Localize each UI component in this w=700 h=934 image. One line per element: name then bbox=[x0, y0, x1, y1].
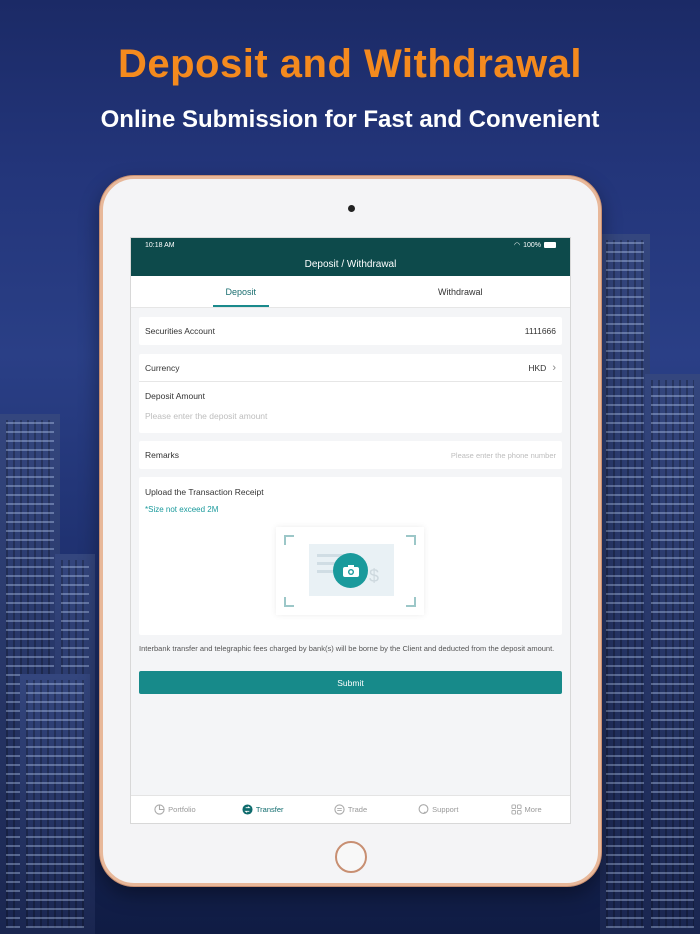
home-button[interactable] bbox=[335, 841, 367, 873]
submit-button[interactable]: Submit bbox=[139, 671, 562, 694]
page-title: Deposit / Withdrawal bbox=[131, 252, 570, 276]
battery-icon bbox=[544, 242, 556, 248]
account-value: 1111666 bbox=[524, 326, 556, 336]
amount-label: Deposit Amount bbox=[145, 391, 206, 401]
currency-label: Currency bbox=[145, 362, 180, 373]
nav-transfer[interactable]: Transfer bbox=[219, 796, 307, 823]
chevron-right-icon: › bbox=[552, 361, 556, 374]
nav-label: Support bbox=[432, 805, 459, 814]
account-label: Securities Account bbox=[145, 326, 215, 336]
currency-selector[interactable]: Currency HKD › bbox=[139, 354, 562, 382]
nav-label: Trade bbox=[347, 805, 368, 814]
battery-level: 100% bbox=[523, 241, 541, 249]
wifi-icon: ◠ bbox=[513, 242, 521, 249]
securities-account-row: Securities Account 1111666 bbox=[139, 317, 562, 345]
nav-support[interactable]: Support bbox=[394, 796, 482, 823]
tab-withdrawal[interactable]: Withdrawal bbox=[351, 276, 571, 307]
grid-icon bbox=[510, 804, 522, 815]
remarks-input[interactable]: Please enter the phone number bbox=[451, 451, 556, 460]
tab-bar: Deposit Withdrawal bbox=[131, 276, 570, 308]
camera-dot bbox=[348, 205, 355, 212]
upload-title: Upload the Transaction Receipt bbox=[145, 487, 264, 497]
nav-label: More bbox=[524, 805, 542, 814]
tab-deposit[interactable]: Deposit bbox=[131, 276, 351, 307]
promo-subline: Online Submission for Fast and Convenien… bbox=[100, 106, 600, 133]
trade-icon bbox=[334, 804, 345, 815]
upload-receipt-button[interactable]: $ bbox=[276, 527, 424, 615]
app-screen: 10:18 AM ◠ 100% Deposit / Withdrawal Dep… bbox=[130, 237, 571, 824]
pie-chart-icon bbox=[154, 804, 165, 815]
bottom-navigation: Portfolio Transfer Trade Support More bbox=[131, 795, 570, 823]
currency-value: HKD bbox=[528, 362, 547, 373]
nav-label: Portfolio bbox=[168, 805, 196, 814]
status-time: 10:18 AM bbox=[145, 241, 175, 249]
support-icon bbox=[418, 804, 429, 815]
promo-headline: Deposit and Withdrawal bbox=[117, 42, 582, 86]
nav-label: Transfer bbox=[255, 805, 284, 814]
transfer-icon bbox=[242, 804, 253, 815]
nav-trade[interactable]: Trade bbox=[307, 796, 395, 823]
currency-amount-card: Currency HKD › Deposit Amount Please ent… bbox=[139, 354, 562, 433]
camera-icon bbox=[333, 553, 368, 588]
upload-hint: *Size not exceed 2M bbox=[145, 505, 219, 514]
amount-input[interactable]: Please enter the deposit amount bbox=[139, 401, 562, 433]
upload-card: Upload the Transaction Receipt *Size not… bbox=[139, 477, 562, 635]
remarks-row: Remarks Please enter the phone number bbox=[139, 441, 562, 469]
nav-portfolio[interactable]: Portfolio bbox=[131, 796, 219, 823]
fee-notice: Interbank transfer and telegraphic fees … bbox=[139, 644, 555, 653]
tablet-frame: 10:18 AM ◠ 100% Deposit / Withdrawal Dep… bbox=[100, 176, 601, 886]
nav-more[interactable]: More bbox=[482, 796, 570, 823]
status-bar: 10:18 AM ◠ 100% bbox=[131, 238, 570, 252]
remarks-label: Remarks bbox=[145, 450, 180, 460]
dollar-icon: $ bbox=[369, 566, 380, 586]
